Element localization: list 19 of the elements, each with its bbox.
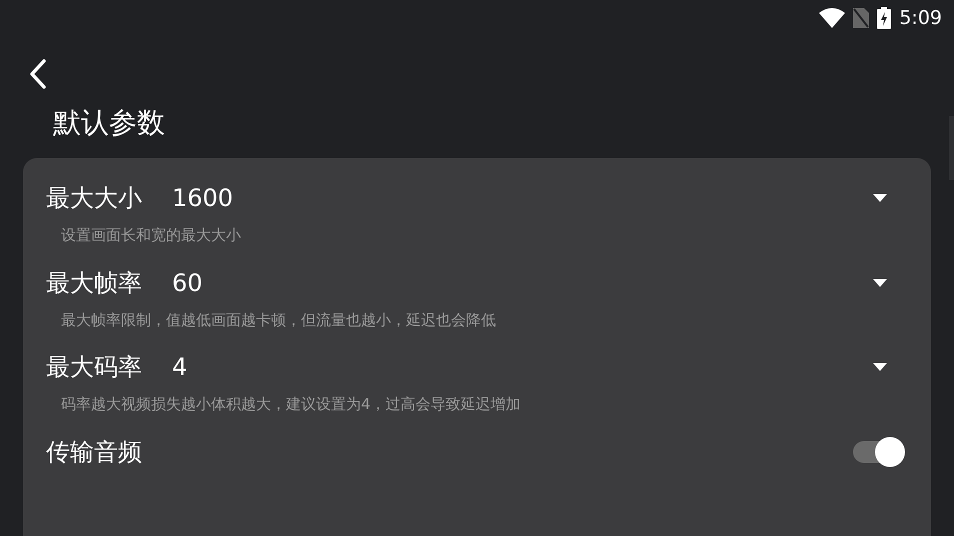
no-sim-icon — [853, 8, 870, 28]
setting-label: 最大码率 — [46, 352, 142, 383]
setting-value[interactable]: 4 — [172, 349, 188, 385]
setting-description: 最大帧率限制，值越低画面越卡顿，但流量也越小，延迟也会降低 — [61, 310, 497, 330]
setting-value[interactable]: 1600 — [172, 180, 234, 216]
dropdown-caret-icon[interactable] — [873, 194, 887, 202]
setting-label: 最大大小 — [46, 183, 142, 214]
setting-description: 设置画面长和宽的最大大小 — [61, 225, 242, 246]
battery-charging-icon — [877, 7, 892, 29]
dropdown-caret-icon[interactable] — [873, 363, 887, 371]
setting-label: 传输音频 — [46, 436, 142, 468]
clock: 5:09 — [899, 6, 942, 31]
setting-description: 码率越大视频损失越小体积越大，建议设置为4，过高会导致延迟增加 — [61, 394, 522, 415]
dropdown-caret-icon[interactable] — [873, 278, 887, 286]
back-button[interactable] — [28, 58, 48, 90]
setting-label: 最大帧率 — [46, 268, 142, 298]
setting-value[interactable]: 60 — [172, 264, 203, 300]
wifi-icon — [819, 8, 846, 28]
page-title: 默认参数 — [53, 105, 165, 141]
